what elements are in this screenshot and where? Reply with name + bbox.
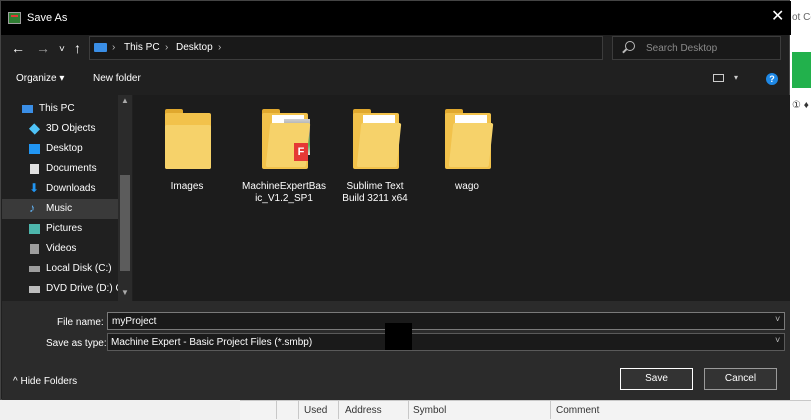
file-label: Sublime Text Build 3211 x64 <box>342 181 408 204</box>
tree-label: Downloads <box>46 183 96 194</box>
search-box[interactable]: Search Desktop <box>612 36 781 60</box>
file-item-machineexpert[interactable]: F MachineExpertBasic_V1.2_SP1 <box>238 105 330 215</box>
download-icon: ⬇ <box>29 181 40 195</box>
back-button[interactable]: ← <box>11 39 25 57</box>
save-type-select[interactable]: Machine Expert - Basic Project Files (*.… <box>107 333 785 351</box>
breadcrumb-desktop[interactable]: Desktop <box>176 42 213 53</box>
search-icon <box>625 41 635 51</box>
up-button[interactable]: ↑ <box>74 39 81 57</box>
scroll-down-icon[interactable]: ▼ <box>121 288 129 297</box>
cancel-button[interactable]: Cancel <box>704 368 777 390</box>
file-label: MachineExpertBasic_V1.2_SP1 <box>242 181 326 204</box>
music-icon: ♪ <box>29 201 35 215</box>
search-placeholder: Search Desktop <box>646 43 718 54</box>
background-col-divider <box>408 400 409 419</box>
dvd-icon <box>29 286 40 293</box>
scrollbar-thumb[interactable] <box>120 175 130 271</box>
folder-icon <box>353 109 402 169</box>
save-type-value: Machine Expert - Basic Project Files (*.… <box>111 337 313 348</box>
video-icon <box>30 244 39 254</box>
folder-icon <box>165 109 211 169</box>
tree-label: Videos <box>46 243 77 254</box>
breadcrumb-this-pc[interactable]: This PC <box>124 42 160 53</box>
tree-item-pictures[interactable]: Pictures <box>2 219 119 239</box>
document-icon <box>30 164 39 174</box>
redaction-box <box>385 323 412 350</box>
organize-button[interactable]: Organize ▾ <box>16 73 64 84</box>
hide-folders-button[interactable]: ^ Hide Folders <box>13 376 77 387</box>
tree-item-this-pc[interactable]: This PC <box>2 99 119 119</box>
tree-item-videos[interactable]: Videos <box>2 239 119 259</box>
close-button[interactable]: ✕ <box>771 9 784 25</box>
tree-item-3d-objects[interactable]: 3D Objects <box>2 119 119 139</box>
tree-label: Local Disk (C:) <box>46 263 112 274</box>
folder-icon <box>445 109 494 169</box>
file-name-dropdown-icon[interactable]: ˅ <box>775 314 780 324</box>
app-icon <box>8 12 21 24</box>
folder-icon: F <box>262 109 311 169</box>
tree-label: Desktop <box>46 143 83 154</box>
computer-icon <box>94 43 107 52</box>
tree-item-music[interactable]: ♪ Music <box>2 199 119 219</box>
tree-label: This PC <box>39 103 75 114</box>
tree-item-downloads[interactable]: ⬇ Downloads <box>2 179 119 199</box>
breadcrumb-separator: › <box>165 42 169 53</box>
background-col-divider <box>550 400 551 419</box>
file-name-label: File name: <box>57 317 104 328</box>
tree-label: Documents <box>46 163 97 174</box>
file-item-sublime[interactable]: Sublime Text Build 3211 x64 <box>329 105 421 215</box>
pdf-badge-icon: F <box>294 143 308 161</box>
new-folder-button[interactable]: New folder <box>93 73 141 84</box>
dialog-title: Save As <box>27 12 68 24</box>
view-dropdown-icon[interactable]: ▾ <box>734 73 738 82</box>
view-options-icon[interactable] <box>713 74 724 82</box>
title-bar[interactable]: Save As ✕ <box>1 1 791 35</box>
column-address: Address <box>345 405 382 416</box>
scroll-up-icon[interactable]: ▲ <box>121 96 129 105</box>
breadcrumb-separator: › <box>218 42 222 53</box>
background-toolbar: ① ♦ <box>792 100 809 111</box>
file-name-input[interactable] <box>107 312 785 330</box>
file-item-images[interactable]: Images <box>141 105 233 215</box>
save-button[interactable]: Save <box>620 368 693 390</box>
navigation-pane: This PC 3D Objects Desktop Documents ⬇ D… <box>2 95 133 301</box>
address-bar[interactable]: › This PC › Desktop › ˅ ↻ <box>89 36 682 60</box>
help-icon[interactable]: ? <box>766 73 778 85</box>
background-col-divider <box>338 400 339 419</box>
background-tab: ot Co <box>792 12 811 23</box>
command-toolbar: Organize ▾ New folder <box>1 65 791 95</box>
tree-label: DVD Drive (D:) C <box>46 283 123 294</box>
disk-icon <box>29 266 40 272</box>
tree-label: 3D Objects <box>46 123 96 134</box>
picture-icon <box>29 224 40 234</box>
column-symbol: Symbol <box>413 405 447 416</box>
column-used: Used <box>304 405 328 416</box>
file-label: wago <box>455 181 479 192</box>
file-label: Images <box>170 181 204 192</box>
tree-item-documents[interactable]: Documents <box>2 159 119 179</box>
background-green-bar <box>792 52 811 88</box>
save-type-label: Save as type: <box>46 338 107 349</box>
tree-item-desktop[interactable]: Desktop <box>2 139 119 159</box>
file-item-wago[interactable]: wago <box>421 105 513 215</box>
breadcrumb-separator: › <box>112 42 116 53</box>
save-as-dialog: Save As ✕ ← → ˅ ↑ › This PC › Desktop › … <box>0 0 791 400</box>
desktop-icon <box>29 144 40 154</box>
cube-icon <box>28 123 41 135</box>
background-col-divider <box>298 400 299 419</box>
tree-label: Pictures <box>46 223 83 234</box>
forward-button[interactable]: → <box>36 39 50 57</box>
background-col-divider <box>276 400 277 419</box>
tree-item-dvd-drive[interactable]: DVD Drive (D:) C <box>2 279 123 299</box>
column-comment: Comment <box>556 405 600 416</box>
save-type-dropdown-icon[interactable]: ˅ <box>775 335 780 345</box>
tree-item-local-disk[interactable]: Local Disk (C:) <box>2 259 119 279</box>
recent-locations-button[interactable]: ˅ <box>59 41 65 59</box>
computer-icon <box>22 105 33 113</box>
tree-label: Music <box>46 203 73 214</box>
